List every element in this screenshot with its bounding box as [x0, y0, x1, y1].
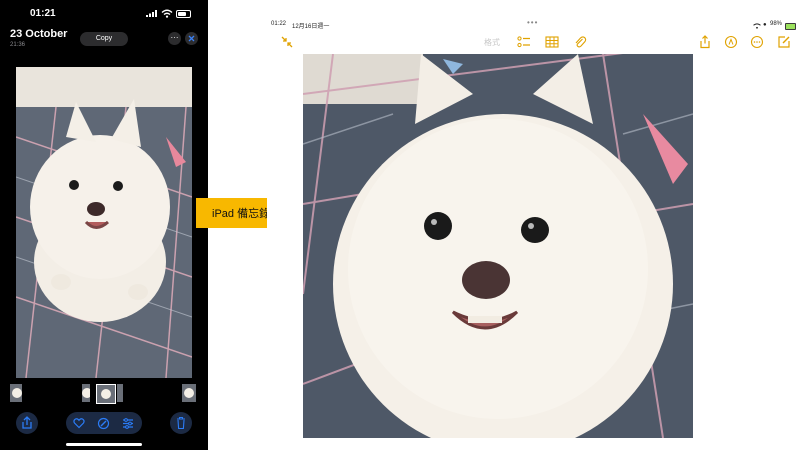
thumbnail[interactable]: [117, 384, 123, 402]
photo-time-subtitle: 21:36: [10, 42, 26, 48]
share-button[interactable]: [16, 412, 38, 434]
close-button[interactable]: [185, 32, 198, 45]
dog-photo-illustration: [16, 67, 192, 378]
wifi-icon: [753, 23, 761, 29]
thumbnail[interactable]: [82, 384, 90, 402]
markup-icon[interactable]: [724, 35, 738, 49]
ipad-notes-screen: 01:22 12月16日週一 ••• ● 98% 格式: [267, 18, 800, 440]
paperclip-icon[interactable]: [573, 35, 587, 49]
thumbnail-selected[interactable]: [96, 384, 116, 404]
photo-actions-group: [66, 412, 142, 434]
phone-status-bar: 01:21: [0, 0, 208, 24]
phone-photo-toolbar: [0, 410, 208, 440]
home-indicator: [66, 443, 142, 446]
adjust-icon[interactable]: [122, 418, 134, 429]
cellular-signal-icon: [146, 10, 157, 17]
thumbnail-strip[interactable]: [0, 384, 208, 404]
thumbnail[interactable]: [10, 384, 22, 402]
share-icon[interactable]: [698, 35, 712, 49]
pasted-dog-illustration: [303, 54, 693, 438]
dog-photo: [16, 67, 192, 378]
pasted-dog-photo[interactable]: [303, 54, 693, 438]
checklist-icon[interactable]: [517, 35, 531, 49]
edit-icon[interactable]: [97, 417, 110, 430]
copy-button[interactable]: Copy: [80, 32, 128, 46]
notes-toolbar: 格式: [267, 32, 800, 54]
ipad-status-time: 01:22: [271, 21, 287, 27]
focus-moon-icon: ●: [763, 22, 767, 28]
share-icon: [22, 416, 32, 429]
thumbnail[interactable]: [182, 384, 196, 402]
multitasking-dots[interactable]: •••: [527, 18, 538, 27]
delete-button[interactable]: [170, 412, 192, 434]
format-button[interactable]: 格式: [484, 37, 500, 48]
ipad-status-date: 12月16日週一: [292, 24, 330, 30]
trash-icon: [177, 416, 185, 430]
wifi-icon: [161, 9, 173, 18]
ipad-battery-percent: 98%: [770, 21, 783, 27]
collapse-icon[interactable]: [280, 35, 294, 49]
phone-status-time: 01:21: [30, 8, 56, 19]
heart-icon[interactable]: [73, 417, 85, 429]
photo-date-title: 23 October: [10, 28, 68, 40]
compose-icon[interactable]: [777, 35, 791, 49]
table-icon[interactable]: [545, 35, 559, 49]
more-button[interactable]: ···: [168, 32, 181, 45]
battery-icon: [785, 23, 796, 30]
arrow-label: iPad 備忘錄: [212, 208, 271, 220]
more-icon[interactable]: [750, 35, 764, 49]
close-icon: [188, 35, 195, 42]
iphone-photos-screen: 01:21 23 October 21:36 Copy ···: [0, 0, 208, 450]
battery-icon: [176, 10, 191, 18]
